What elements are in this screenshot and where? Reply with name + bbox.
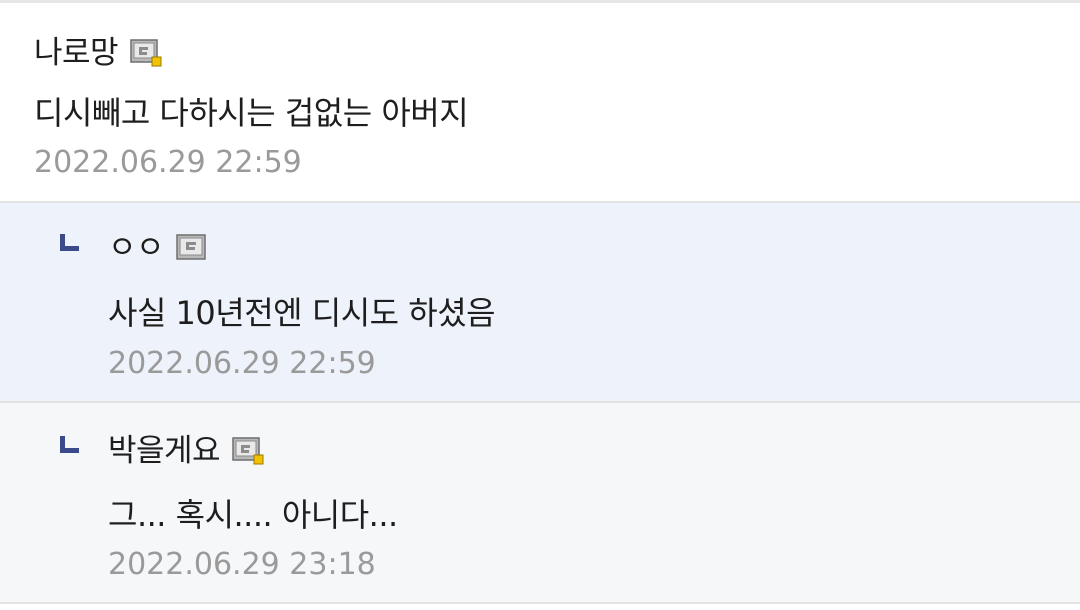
comment-text: 디시빼고 다하시는 겁없는 아버지	[34, 94, 469, 132]
comment-author-line: 박을게요	[108, 431, 264, 471]
comment-text: 사실 10년전엔 디시도 하셨음	[108, 294, 496, 332]
fixed-nick-badge-icon	[130, 39, 162, 67]
comment-date: 2022.06.29 23:18	[108, 547, 376, 582]
reply-arrow-icon	[58, 233, 80, 253]
comment-item: 나로망 디시빼고 다하시는 겁없는 아버지 2022.06.29 22:59	[0, 3, 1080, 203]
comment-text: 그... 혹시.... 아니다...	[108, 496, 398, 534]
comment-author-line: 나로망	[34, 33, 162, 73]
comment-nickname[interactable]: ㅇㅇ	[108, 228, 165, 268]
nick-badge-icon	[176, 234, 208, 262]
fixed-nick-badge-icon	[232, 437, 264, 465]
comment-date: 2022.06.29 22:59	[108, 346, 376, 381]
comment-author-line: ㅇㅇ	[108, 228, 208, 268]
reply-item: ㅇㅇ 사실 10년전엔 디시도 하셨음 2022.06.29 22:59	[0, 203, 1080, 403]
comment-date: 2022.06.29 22:59	[34, 145, 302, 180]
reply-item: 박을게요 그... 혹시.... 아니다... 2022.06.29 23:18	[0, 403, 1080, 604]
reply-arrow-icon	[58, 435, 80, 455]
comment-nickname[interactable]: 나로망	[34, 33, 119, 73]
comment-nickname[interactable]: 박을게요	[108, 431, 221, 471]
comment-list: 나로망 디시빼고 다하시는 겁없는 아버지 2022.06.29 22:59 ㅇ…	[0, 0, 1080, 610]
